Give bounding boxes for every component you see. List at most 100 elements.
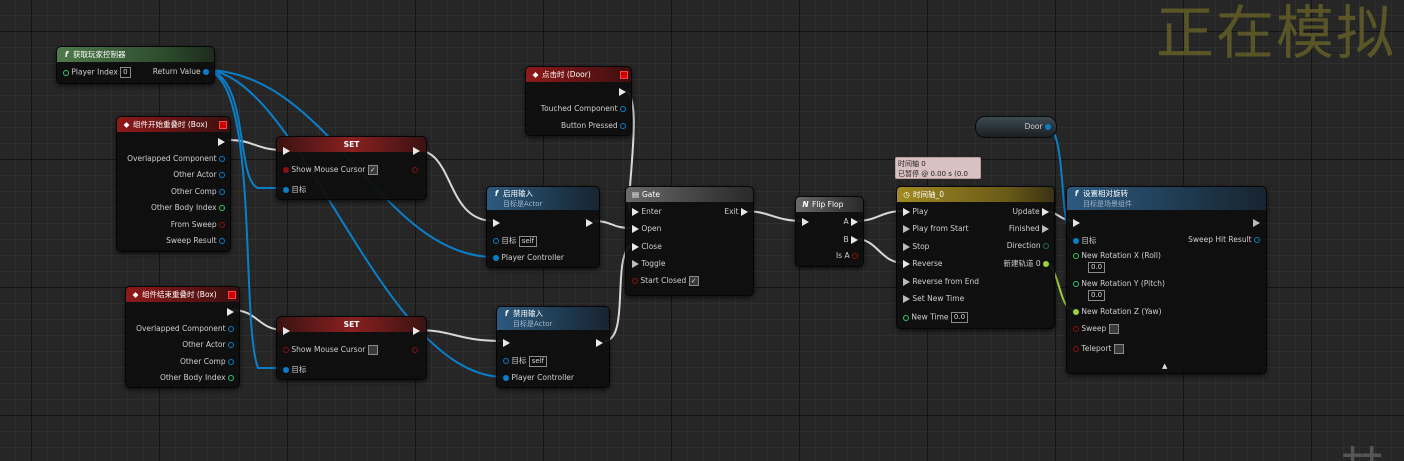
exec-in-pin[interactable] [283, 147, 290, 155]
open-exec-pin[interactable] [632, 225, 639, 233]
float-pin[interactable] [1073, 281, 1079, 287]
exec-in-pin[interactable] [802, 218, 809, 226]
delegate-pin[interactable] [219, 121, 227, 129]
exec-out-pin[interactable] [413, 147, 420, 155]
timeline-node[interactable]: ◷ 时间轴_0 Play Play from Start Stop Reverse… [896, 186, 1055, 329]
target-pin[interactable] [1073, 238, 1079, 244]
collapse-advanced-button[interactable]: ▲ [1162, 362, 1167, 370]
reverse-exec-pin[interactable] [903, 260, 910, 268]
delegate-pin[interactable] [620, 71, 628, 79]
on-clicked-door-event-node[interactable]: ◆ 点击时 (Door) Touched Component Button Pre… [525, 66, 632, 136]
enum-pin[interactable] [1043, 243, 1049, 249]
bool-out-pin[interactable] [412, 347, 418, 353]
exec-out-pin[interactable] [586, 219, 593, 227]
enter-exec-pin[interactable] [632, 208, 639, 216]
exec-in-pin[interactable] [503, 339, 510, 347]
exec-out-pin[interactable] [227, 308, 234, 316]
begin-overlap-event-node[interactable]: ◆ 组件开始重叠时 (Box) Overlapped Component Othe… [116, 116, 231, 252]
a-exec-pin[interactable] [851, 218, 858, 226]
exec-in-pin[interactable] [283, 327, 290, 335]
timeline-status-tooltip: 时间轴 0 已暂停 @ 0.00 s (0.0 %) [895, 157, 981, 188]
exec-out-pin[interactable] [596, 339, 603, 347]
float-pin[interactable] [1073, 309, 1079, 315]
target-pin[interactable] [283, 367, 289, 373]
float-out-pin[interactable] [1043, 261, 1049, 267]
pin-label: Overlapped Component [136, 324, 226, 333]
show-mouse-cursor-checkbox[interactable]: ✓ [367, 165, 378, 175]
bool-pin[interactable] [283, 347, 289, 353]
reverse-from-end-exec-pin[interactable] [903, 278, 910, 286]
toggle-exec-pin[interactable] [632, 260, 639, 268]
show-mouse-cursor-checkbox[interactable] [367, 345, 378, 355]
target-pin[interactable] [493, 238, 499, 244]
bool-pin[interactable] [1073, 326, 1079, 332]
roll-input[interactable]: 0.0 [1088, 262, 1106, 273]
target-input[interactable]: self [528, 355, 548, 367]
bool-pin[interactable] [219, 222, 225, 228]
object-pin[interactable] [219, 172, 225, 178]
int-pin[interactable] [219, 205, 225, 211]
gate-node[interactable]: ▤ Gate Enter Exit Open Close Toggle Start… [625, 186, 754, 296]
bool-pin[interactable] [632, 278, 638, 284]
event-icon: ◆ [532, 70, 539, 79]
end-overlap-event-node[interactable]: ◆ 组件结束重叠时 (Box) Overlapped Component Othe… [125, 286, 240, 388]
object-pin[interactable] [228, 342, 234, 348]
player-index-input[interactable]: 0 [120, 67, 131, 78]
exec-out-pin[interactable] [218, 138, 225, 146]
blueprint-graph-canvas[interactable]: 正在模拟 f 获取玩家控制器 Player Index 0 Return Valu… [0, 0, 1404, 461]
bool-pin[interactable] [852, 253, 858, 259]
object-pin[interactable] [620, 106, 626, 112]
enable-input-node[interactable]: f 启用输入 目标是Actor 目标 self Player Controller [486, 186, 600, 268]
exec-in-pin[interactable] [493, 219, 500, 227]
exec-in-pin[interactable] [1073, 219, 1080, 227]
new-time-input[interactable]: 0.0 [950, 312, 969, 323]
disable-input-node[interactable]: f 禁用输入 目标是Actor 目标 self Player Controller [496, 306, 610, 388]
bool-out-pin[interactable] [412, 167, 418, 173]
object-pin[interactable] [1045, 124, 1051, 130]
object-pin[interactable] [219, 156, 225, 162]
exec-out-pin[interactable] [1253, 219, 1260, 227]
object-pin[interactable] [219, 189, 225, 195]
pin-label: Other Body Index [159, 373, 226, 382]
exit-exec-pin[interactable] [741, 208, 748, 216]
update-exec-pin[interactable] [1042, 208, 1049, 216]
macro-icon: N [802, 200, 809, 209]
teleport-checkbox[interactable] [1113, 344, 1124, 354]
bool-pin[interactable] [283, 167, 289, 173]
float-pin[interactable] [903, 314, 909, 321]
set-new-time-exec-pin[interactable] [903, 295, 910, 303]
close-exec-pin[interactable] [632, 243, 639, 251]
exec-out-pin[interactable] [413, 327, 420, 335]
object-pin[interactable] [228, 359, 234, 365]
stop-exec-pin[interactable] [903, 243, 910, 251]
struct-pin[interactable] [620, 123, 626, 129]
object-pin[interactable] [228, 326, 234, 332]
bool-pin[interactable] [1073, 346, 1079, 352]
start-closed-checkbox[interactable]: ✓ [688, 276, 699, 286]
int-pin[interactable] [228, 375, 234, 381]
play-from-start-exec-pin[interactable] [903, 225, 910, 233]
finished-exec-pin[interactable] [1042, 225, 1049, 233]
player-controller-pin[interactable] [503, 375, 509, 381]
player-index-pin[interactable] [63, 69, 69, 76]
b-exec-pin[interactable] [851, 236, 858, 244]
set-show-mouse-cursor-node[interactable]: SET Show Mouse Cursor ✓ 目标 [276, 136, 427, 200]
target-input[interactable]: self [518, 235, 538, 247]
return-value-pin[interactable] [203, 69, 209, 75]
flip-flop-node[interactable]: N Flip Flop A B Is A [795, 196, 864, 267]
struct-pin[interactable] [1254, 237, 1260, 243]
get-player-controller-node[interactable]: f 获取玩家控制器 Player Index 0 Return Value [56, 46, 215, 84]
struct-pin[interactable] [219, 238, 225, 244]
door-variable-node[interactable]: Door [975, 116, 1057, 138]
exec-out-pin[interactable] [619, 88, 626, 96]
target-pin[interactable] [503, 358, 509, 364]
set-relative-rotation-node[interactable]: f 设置相对旋转 目标是场景组件 目标 Sweep Hit Result New R… [1066, 186, 1267, 374]
set-show-mouse-cursor-node[interactable]: SET Show Mouse Cursor 目标 [276, 316, 427, 380]
player-controller-pin[interactable] [493, 255, 499, 261]
target-pin[interactable] [283, 187, 289, 193]
delegate-pin[interactable] [228, 291, 236, 299]
sweep-checkbox[interactable] [1108, 324, 1119, 334]
play-exec-pin[interactable] [903, 208, 910, 216]
float-pin[interactable] [1073, 253, 1079, 259]
pitch-input[interactable]: 0.0 [1088, 290, 1106, 301]
